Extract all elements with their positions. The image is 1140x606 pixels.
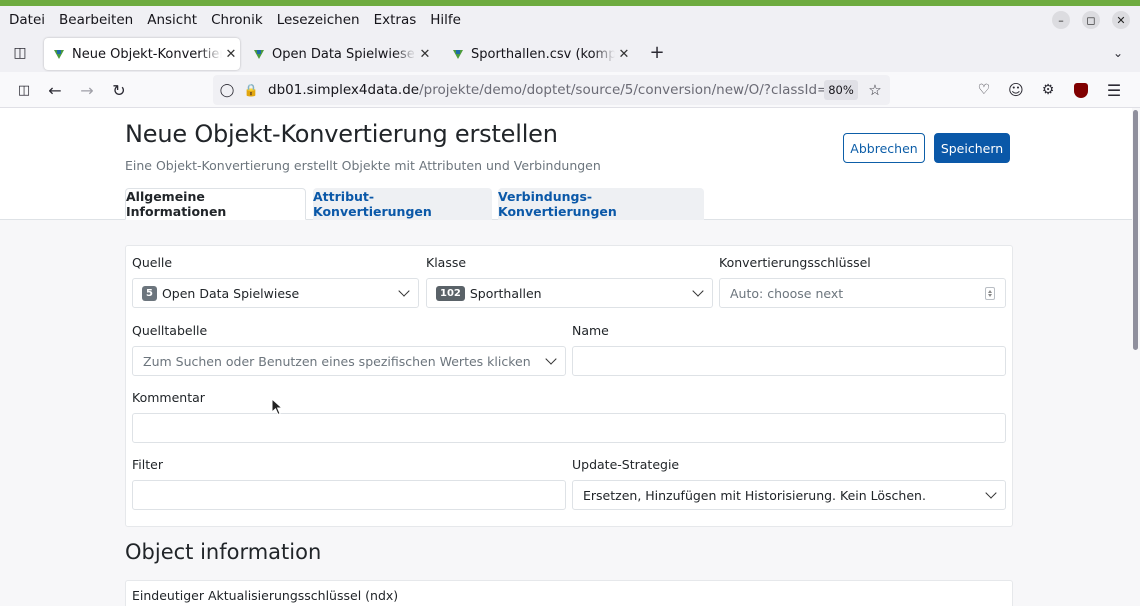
tab-overview-icon[interactable]: ◫ xyxy=(10,43,30,63)
update-strategie-value: Ersetzen, Hinzufügen mit Historisierung.… xyxy=(583,487,926,503)
menu-hamburger-icon[interactable]: ☰ xyxy=(1104,80,1124,100)
ublock-icon[interactable] xyxy=(1071,80,1091,100)
schluessel-label: Konvertierungsschlüssel xyxy=(719,255,871,270)
klasse-label: Klasse xyxy=(426,255,467,270)
reload-icon[interactable]: ↻ xyxy=(109,80,129,100)
lock-icon[interactable]: 🔒 xyxy=(243,82,259,98)
quelle-label: Quelle xyxy=(132,255,173,270)
ndx-label: Eindeutiger Aktualisierungsschlüssel (nd… xyxy=(132,588,399,603)
klasse-id-badge: 102 xyxy=(436,285,465,301)
quelle-value: Open Data Spielwiese xyxy=(161,285,300,301)
quelle-id-badge: 5 xyxy=(142,285,157,301)
list-tabs-icon[interactable]: ⌄ xyxy=(1108,43,1128,63)
close-tab-icon[interactable]: ✕ xyxy=(416,47,434,62)
quelltabelle-label: Quelltabelle xyxy=(132,323,208,338)
number-stepper-icon[interactable] xyxy=(985,287,995,300)
general-info-card: Quelle 5 Open Data Spielwiese Klasse 102… xyxy=(125,245,1013,527)
menu-extras[interactable]: Extras xyxy=(374,12,417,28)
chevron-down-icon xyxy=(985,487,997,499)
name-label: Name xyxy=(572,323,609,338)
filter-input[interactable] xyxy=(132,480,566,510)
chevron-down-icon xyxy=(692,285,704,297)
page-subtitle: Eine Objekt-Konvertierung erstellt Objek… xyxy=(125,158,601,173)
quelltabelle-select[interactable]: Zum Suchen oder Benutzen eines spezifisc… xyxy=(132,346,566,376)
close-window-icon[interactable]: ✕ xyxy=(1112,11,1130,29)
menu-chronik[interactable]: Chronik xyxy=(211,12,263,28)
object-information-title: Object information xyxy=(125,540,322,564)
menu-lesezeichen[interactable]: Lesezeichen xyxy=(277,12,360,28)
browser-tab-active[interactable]: Neue Objekt-Konvertierung ✕ xyxy=(44,38,240,70)
page-title: Neue Objekt-Konvertierung erstellen xyxy=(125,120,558,148)
menu-bearbeiten[interactable]: Bearbeiten xyxy=(59,12,133,28)
favicon-icon xyxy=(254,49,264,59)
url-text: db01.simplex4data.de/projekte/demo/dopte… xyxy=(268,82,855,98)
quelltabelle-placeholder: Zum Suchen oder Benutzen eines spezifisc… xyxy=(143,353,531,369)
kommentar-label: Kommentar xyxy=(132,390,205,405)
menu-datei[interactable]: Datei xyxy=(9,12,45,28)
maximize-icon[interactable]: ◻ xyxy=(1082,11,1100,29)
back-icon[interactable]: ← xyxy=(45,80,65,100)
menu-ansicht[interactable]: Ansicht xyxy=(147,12,197,28)
tab-allgemeine-informationen[interactable]: Allgemeine Informationen xyxy=(125,188,306,220)
page-scrollbar[interactable] xyxy=(1132,108,1140,606)
new-tab-icon[interactable]: + xyxy=(647,42,667,63)
favicon-icon xyxy=(453,49,463,59)
menu-hilfe[interactable]: Hilfe xyxy=(430,12,461,28)
browser-tab[interactable]: Sporthallen.csv (komplett ✕ xyxy=(443,38,633,70)
page-content: Neue Objekt-Konvertierung erstellen Eine… xyxy=(0,108,1140,606)
tab-title: Neue Objekt-Konvertierung xyxy=(72,46,222,62)
shield-icon[interactable]: ◯ xyxy=(219,82,235,98)
scrollbar-thumb[interactable] xyxy=(1133,110,1138,350)
tab-title: Sporthallen.csv (komplett xyxy=(471,46,615,62)
account-icon[interactable]: ☺ xyxy=(1006,80,1026,100)
bookmark-star-icon[interactable]: ☆ xyxy=(866,81,884,99)
chevron-down-icon xyxy=(398,285,410,297)
schluessel-placeholder: Auto: choose next xyxy=(730,285,844,301)
klasse-select[interactable]: 102 Sporthallen xyxy=(426,278,713,308)
update-strategie-label: Update-Strategie xyxy=(572,457,680,472)
zoom-level[interactable]: 80% xyxy=(824,80,858,100)
menu-bar: Datei Bearbeiten Ansicht Chronik Lesezei… xyxy=(0,6,1140,34)
close-tab-icon[interactable]: ✕ xyxy=(222,47,240,62)
navigation-bar: ◫ ← → ↻ ◯ 🔒 db01.simplex4data.de/projekt… xyxy=(0,72,1140,108)
forward-icon[interactable]: → xyxy=(77,80,97,100)
sidebar-icon[interactable]: ◫ xyxy=(14,80,34,100)
kommentar-input[interactable] xyxy=(132,413,1006,443)
object-information-card: Eindeutiger Aktualisierungsschlüssel (nd… xyxy=(125,580,1013,606)
close-tab-icon[interactable]: ✕ xyxy=(615,47,633,62)
minimize-icon[interactable]: – xyxy=(1052,11,1070,29)
extensions-icon[interactable]: ⚙ xyxy=(1038,80,1058,100)
save-button[interactable]: Speichern xyxy=(934,133,1010,163)
schluessel-input[interactable]: Auto: choose next xyxy=(719,278,1006,308)
chevron-down-icon xyxy=(545,353,557,365)
tab-attribut-konvertierungen[interactable]: Attribut-Konvertierungen xyxy=(313,188,492,220)
tab-verbindungs-konvertierungen[interactable]: Verbindungs-Konvertierungen xyxy=(498,188,704,220)
update-strategie-select[interactable]: Ersetzen, Hinzufügen mit Historisierung.… xyxy=(572,480,1006,510)
tab-title: Open Data Spielwiese - Q xyxy=(272,46,416,62)
favicon-icon xyxy=(54,49,64,59)
cancel-button[interactable]: Abbrechen xyxy=(843,133,925,163)
page-header: Neue Objekt-Konvertierung erstellen Eine… xyxy=(0,108,1132,220)
pocket-icon[interactable]: ♡ xyxy=(974,80,994,100)
quelle-select[interactable]: 5 Open Data Spielwiese xyxy=(132,278,419,308)
tab-strip: ◫ Neue Objekt-Konvertierung ✕ Open Data … xyxy=(0,34,1140,72)
klasse-value: Sporthallen xyxy=(469,285,542,301)
mouse-cursor-icon xyxy=(271,398,283,416)
url-bar[interactable]: ◯ 🔒 db01.simplex4data.de/projekte/demo/d… xyxy=(213,75,890,105)
name-input[interactable] xyxy=(572,346,1006,376)
filter-label: Filter xyxy=(132,457,163,472)
browser-tab[interactable]: Open Data Spielwiese - Q ✕ xyxy=(244,38,434,70)
